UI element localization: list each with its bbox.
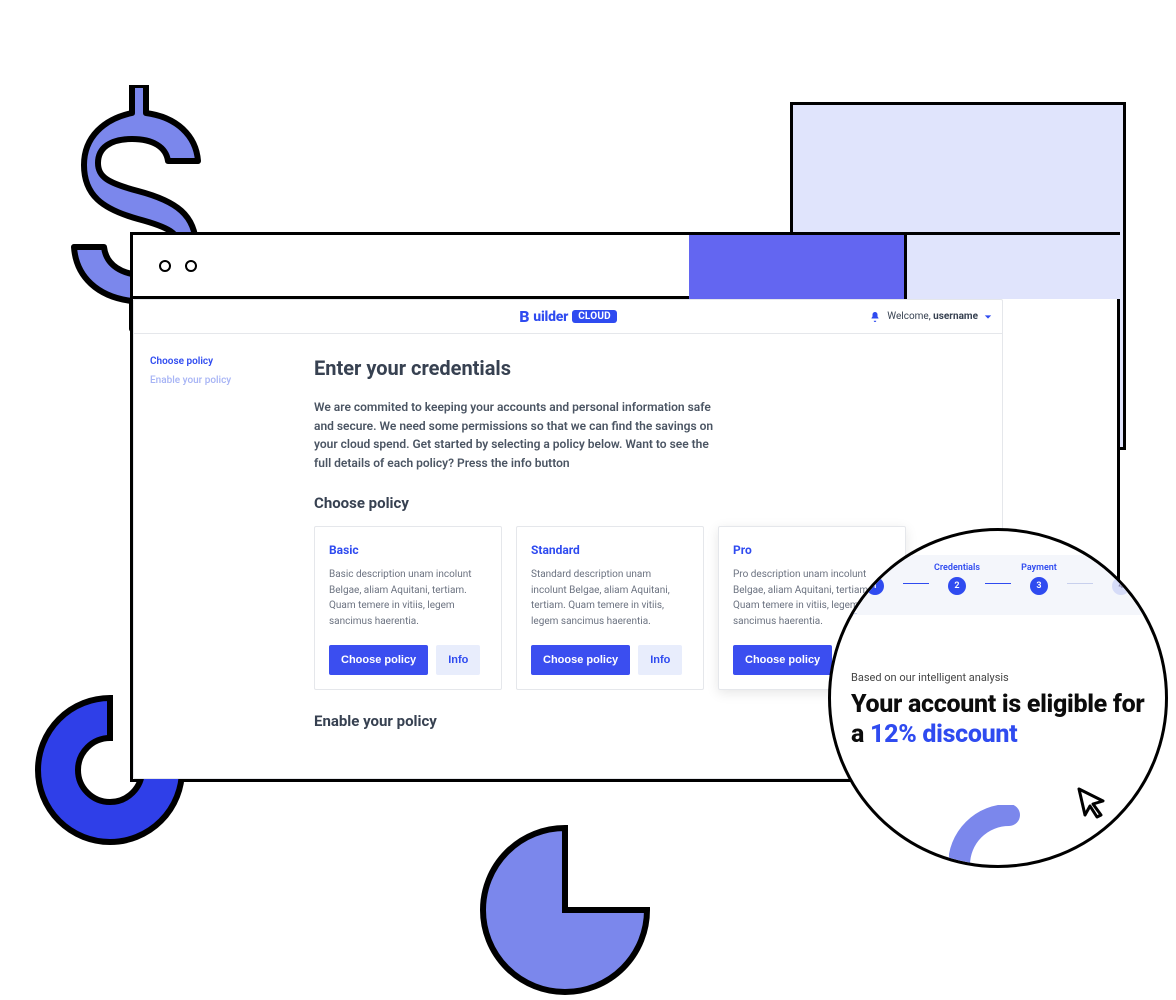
policy-card-standard: Standard Standard description unam incol… xyxy=(516,526,704,690)
step-connector xyxy=(1067,583,1093,584)
step-connector xyxy=(985,583,1011,584)
caret-down-icon[interactable] xyxy=(984,313,992,321)
cursor-icon xyxy=(1075,785,1109,819)
info-button[interactable]: Info xyxy=(638,645,682,675)
choose-policy-button[interactable]: Choose policy xyxy=(531,645,630,675)
browser-tab-active xyxy=(689,235,907,299)
choose-policy-button[interactable]: Choose policy xyxy=(733,645,832,675)
app-header: Builder CLOUD Welcome, username xyxy=(134,300,1002,334)
arc-icon xyxy=(949,805,1069,868)
policy-card-basic: Basic Basic description unam incolunt Be… xyxy=(314,526,502,690)
window-dot xyxy=(185,260,197,272)
logo-text: uilder xyxy=(533,309,568,325)
logo-badge: CLOUD xyxy=(572,310,617,323)
magnifier-circle: UBS 1 Credentials 2 Payment 3 xyxy=(828,528,1168,868)
page-description: We are commited to keeping your accounts… xyxy=(314,398,724,472)
user-menu[interactable]: Welcome, username xyxy=(869,300,992,333)
step-label: Credentials xyxy=(934,563,980,573)
info-button[interactable]: Info xyxy=(436,645,480,675)
discount-eyebrow: Based on our intelligent analysis xyxy=(851,671,1151,684)
discount-headline: Your account is eligible for a 12% disco… xyxy=(851,690,1151,750)
browser-tab-inactive xyxy=(907,235,1123,299)
username: username xyxy=(933,311,978,322)
step-credentials[interactable]: Credentials 2 xyxy=(929,563,985,595)
step-number: 1 xyxy=(866,577,884,595)
step-number: 4 xyxy=(1112,577,1130,595)
input-stub xyxy=(841,602,857,614)
welcome-text: Welcome, username xyxy=(887,311,978,322)
step-label: Le xyxy=(1116,563,1126,573)
section-choose-policy: Choose policy xyxy=(314,494,974,512)
page-title: Enter your credentials xyxy=(314,356,974,380)
policy-title: Standard xyxy=(531,543,689,557)
choose-policy-button[interactable]: Choose policy xyxy=(329,645,428,675)
bell-icon[interactable] xyxy=(869,311,881,323)
step-payment[interactable]: Payment 3 xyxy=(1011,563,1067,595)
policy-title: Basic xyxy=(329,543,487,557)
sidebar-item-choose-policy[interactable]: Choose policy xyxy=(150,356,270,367)
policy-desc: Basic description unam incolunt Belgae, … xyxy=(329,567,487,629)
step-label: UBS xyxy=(866,563,883,573)
policy-desc: Standard description unam incolunt Belga… xyxy=(531,567,689,629)
step-connector xyxy=(903,583,929,584)
step-next[interactable]: Le 4 xyxy=(1093,563,1149,595)
browser-titlebar xyxy=(133,235,1117,299)
step-number: 2 xyxy=(948,577,966,595)
discount-message: Based on our intelligent analysis Your a… xyxy=(851,671,1151,750)
discount-amount: 12% discount xyxy=(870,720,1017,749)
step-number: 3 xyxy=(1030,577,1048,595)
sidebar-item-enable-policy[interactable]: Enable your policy xyxy=(150,375,270,386)
progress-stepper: UBS 1 Credentials 2 Payment 3 xyxy=(831,555,1165,615)
app-logo: Builder CLOUD xyxy=(519,307,617,326)
pacman-icon xyxy=(475,820,655,1000)
sidebar: Choose policy Enable your policy xyxy=(134,334,286,778)
window-dot xyxy=(159,260,171,272)
step-ubs[interactable]: UBS 1 xyxy=(847,563,903,595)
step-label: Payment xyxy=(1021,563,1057,573)
